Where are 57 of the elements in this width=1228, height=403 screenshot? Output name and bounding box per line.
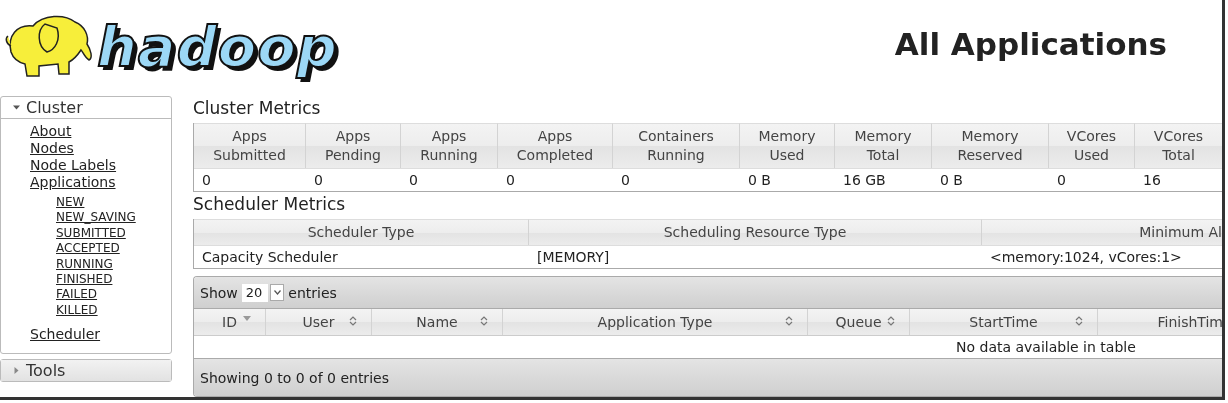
table-cell: 0 [306, 168, 401, 191]
section-header[interactable]: Cluster [1, 97, 171, 119]
column-header[interactable]: ID [194, 309, 266, 335]
table-cell: 0 [498, 168, 613, 191]
table-info: Showing 0 to 0 of 0 entries [200, 369, 389, 386]
section-header[interactable]: Tools [1, 360, 171, 382]
nav-link[interactable]: FINISHED [56, 272, 113, 288]
nav-link[interactable]: NEW_SAVING [56, 210, 136, 226]
page-title: All Applications [894, 25, 1167, 62]
column-header: Scheduling Resource Type [529, 219, 982, 245]
column-header[interactable]: FinishTim [1098, 309, 1222, 335]
table-cell: 0 [613, 168, 740, 191]
column-header: Minimum Al [982, 219, 1222, 245]
nav-link[interactable]: Scheduler [30, 326, 101, 344]
column-header: VCores Total [1135, 123, 1222, 168]
table-cell: Capacity Scheduler [194, 245, 529, 268]
table-cell: 16 [1135, 168, 1222, 191]
chevron-down-icon [273, 290, 281, 295]
column-header: VCores Used [1049, 123, 1135, 168]
column-header: Memory Reserved [932, 123, 1049, 168]
table-cell: 0 [1049, 168, 1135, 191]
nav-link[interactable]: Node Labels [30, 157, 117, 174]
column-header[interactable]: Name [372, 309, 503, 335]
nav-link[interactable]: Applications [30, 174, 116, 191]
column-header: Apps Submitted [194, 123, 306, 168]
column-header: Memory Used [740, 123, 835, 168]
column-header: Apps Running [401, 123, 498, 168]
table-cell: 0 [401, 168, 498, 191]
nav-link[interactable]: Nodes [30, 140, 74, 157]
caret-right-icon [13, 367, 20, 375]
table-cell: 0 [194, 168, 306, 191]
nav-link[interactable]: SUBMITTED [56, 225, 126, 242]
nav-link[interactable]: RUNNING [56, 256, 113, 273]
show-label: Show [200, 284, 238, 301]
table-cell: <memory:1024, vCores:1> [982, 245, 1222, 268]
column-header[interactable]: StartTime [910, 309, 1098, 335]
nav-link[interactable]: NEW [56, 195, 85, 211]
table-cell: 0 B [932, 168, 1049, 191]
column-header: Apps Pending [306, 123, 401, 168]
entries-label: entries [288, 284, 337, 301]
column-header[interactable]: Application Type [503, 309, 808, 335]
column-header: Scheduler Type [194, 219, 529, 245]
table-cell: [MEMORY] [529, 245, 982, 268]
caret-down-icon [13, 104, 20, 111]
table-cell: 0 B [740, 168, 835, 191]
column-header: Apps Completed [498, 123, 613, 168]
column-header[interactable]: User [266, 309, 372, 335]
table-cell: 16 GB [835, 168, 932, 191]
section-title: Scheduler Metrics [193, 193, 347, 216]
nav-link[interactable]: FAILED [56, 287, 98, 303]
column-header: Memory Total [835, 123, 932, 168]
column-header[interactable]: Queue [808, 309, 910, 335]
nav-link[interactable]: KILLED [56, 302, 98, 319]
nav-link[interactable]: About [30, 123, 72, 140]
section-title: Cluster Metrics [193, 97, 322, 120]
nav-link[interactable]: ACCEPTED [56, 241, 120, 257]
column-header: Containers Running [613, 123, 740, 168]
